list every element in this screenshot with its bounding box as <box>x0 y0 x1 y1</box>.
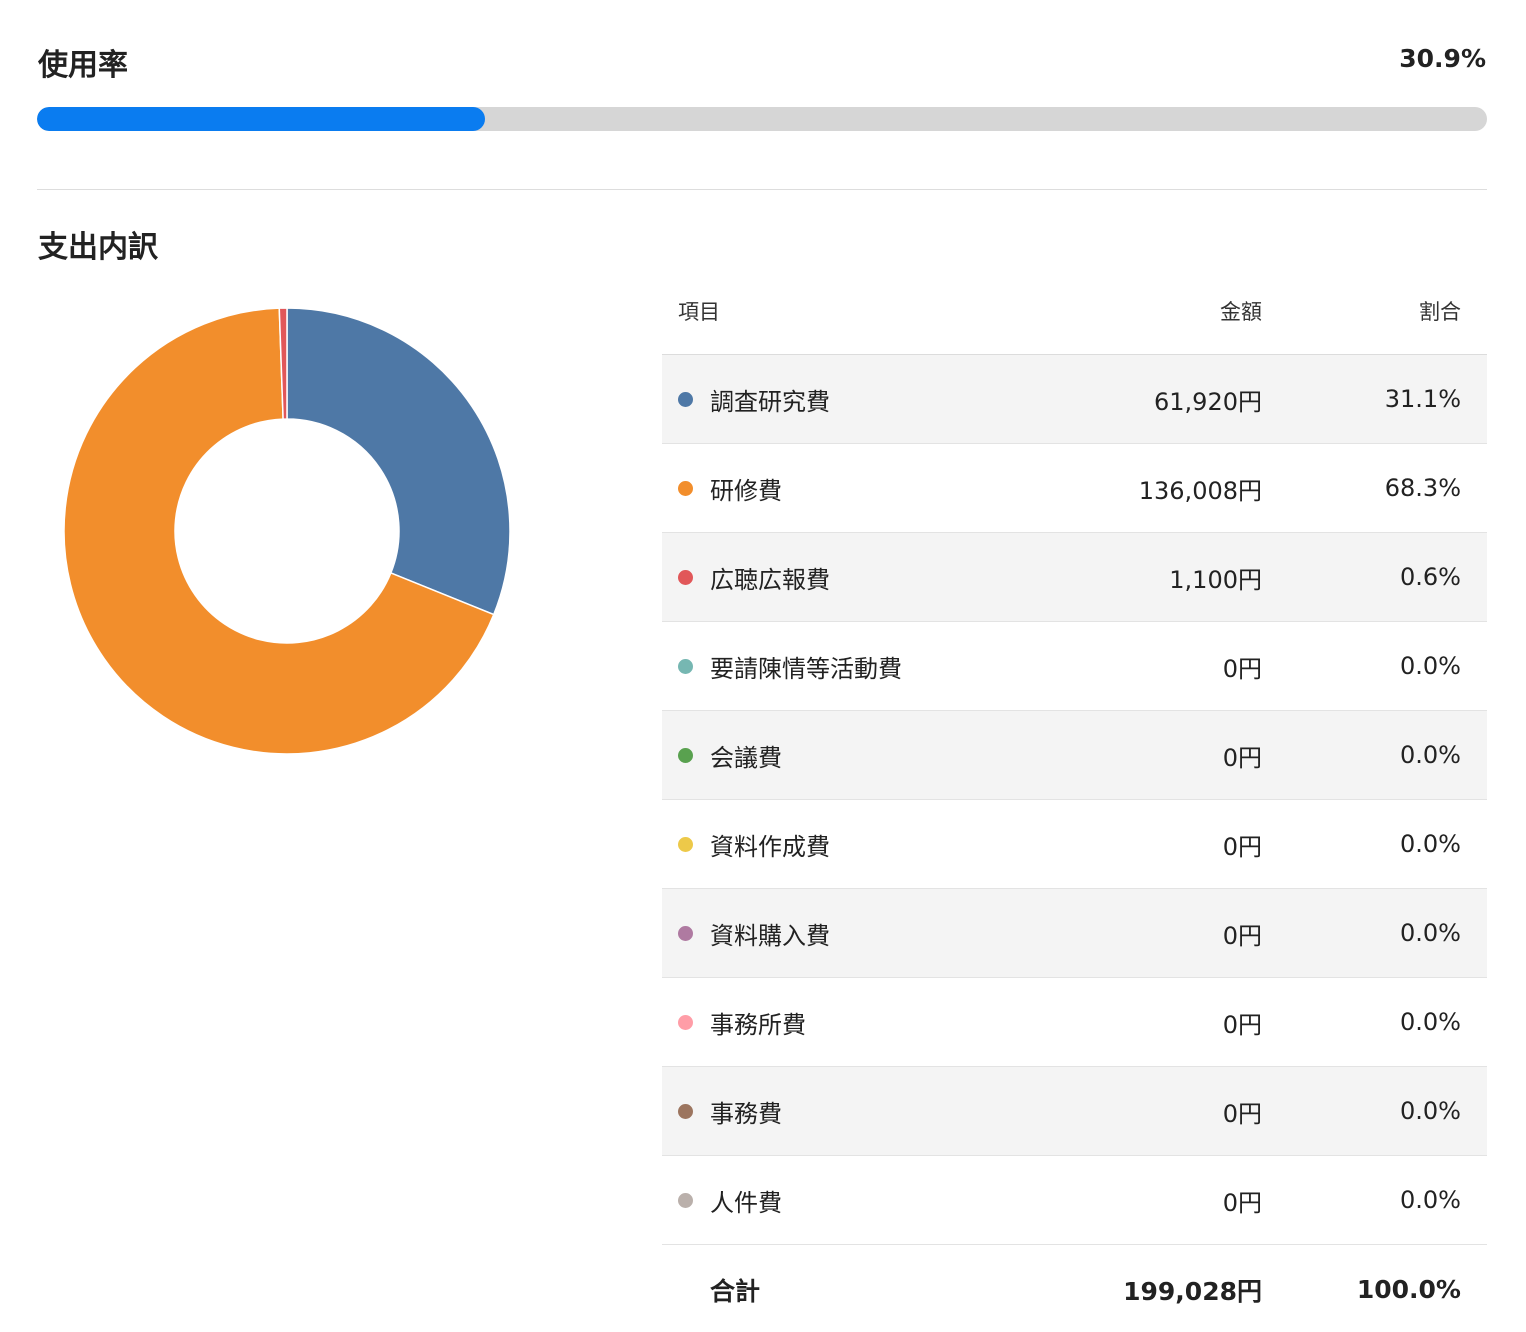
table-row: 広聴広報費 1,100円 0.6% <box>662 533 1487 622</box>
row-label: 資料作成費 <box>710 832 830 861</box>
table-row: 人件費 0円 0.0% <box>662 1156 1487 1245</box>
total-percent: 100.0% <box>1356 1275 1461 1304</box>
row-label: 会議費 <box>710 743 782 772</box>
row-label: 事務費 <box>710 1099 782 1128</box>
row-amount: 0円 <box>1222 1099 1262 1128</box>
donut-chart <box>63 307 511 755</box>
legend-dot <box>678 480 693 496</box>
row-amount: 0円 <box>1222 1188 1262 1217</box>
table-row: 事務費 0円 0.0% <box>662 1067 1487 1156</box>
row-amount: 61,920円 <box>1154 387 1262 416</box>
row-amount: 1,100円 <box>1169 565 1262 594</box>
section-divider <box>37 189 1487 190</box>
total-row: 合計 199,028円 100.0% <box>662 1245 1487 1332</box>
row-percent: 0.0% <box>1400 1186 1461 1214</box>
legend-dot <box>678 569 693 585</box>
row-percent: 31.1% <box>1384 385 1461 413</box>
table-row: 事務所費 0円 0.0% <box>662 978 1487 1067</box>
row-label: 資料購入費 <box>710 921 830 950</box>
total-label: 合計 <box>710 1276 761 1306</box>
usage-title: 使用率 <box>38 48 128 83</box>
legend-dot <box>678 1103 693 1119</box>
row-amount: 0円 <box>1222 1010 1262 1039</box>
row-label: 事務所費 <box>710 1010 806 1039</box>
row-amount: 0円 <box>1222 654 1262 683</box>
table-row: 会議費 0円 0.0% <box>662 711 1487 800</box>
row-percent: 0.6% <box>1400 563 1461 591</box>
table-row: 調査研究費 61,920円 31.1% <box>662 355 1487 444</box>
legend-dot <box>678 658 693 674</box>
usage-progress-fill <box>37 107 486 131</box>
row-percent: 0.0% <box>1400 830 1461 858</box>
header-percent: 割合 <box>1419 300 1461 324</box>
table-row: 資料購入費 0円 0.0% <box>662 889 1487 978</box>
usage-progress-bar <box>37 107 1487 131</box>
donut-chart-svg <box>63 307 511 755</box>
row-percent: 68.3% <box>1384 474 1461 502</box>
legend-dot <box>678 925 693 941</box>
row-percent: 0.0% <box>1400 1008 1461 1036</box>
row-label: 調査研究費 <box>710 387 830 416</box>
row-amount: 0円 <box>1222 743 1262 772</box>
total-amount: 199,028円 <box>1123 1276 1262 1306</box>
usage-percentage: 30.9% <box>1399 44 1486 73</box>
header-item: 項目 <box>678 300 720 324</box>
donut-slice-0 <box>286 307 511 616</box>
row-percent: 0.0% <box>1400 919 1461 947</box>
breakdown-table: 項目 金額 割合 調査研究費 61,920円 31.1% 研修費 136,008… <box>662 268 1487 1332</box>
row-amount: 0円 <box>1222 921 1262 950</box>
row-label: 広聴広報費 <box>710 565 830 594</box>
row-label: 人件費 <box>710 1188 782 1217</box>
row-label: 研修費 <box>710 476 782 505</box>
table-row: 研修費 136,008円 68.3% <box>662 444 1487 533</box>
legend-dot <box>678 1014 693 1030</box>
row-label: 要請陳情等活動費 <box>710 654 902 683</box>
table-row: 資料作成費 0円 0.0% <box>662 800 1487 889</box>
row-percent: 0.0% <box>1400 652 1461 680</box>
legend-dot <box>678 747 693 763</box>
legend-dot <box>678 836 693 852</box>
row-amount: 136,008円 <box>1138 476 1262 505</box>
row-amount: 0円 <box>1222 832 1262 861</box>
legend-dot <box>678 1192 693 1208</box>
breakdown-title: 支出内訳 <box>38 230 158 265</box>
row-percent: 0.0% <box>1400 741 1461 769</box>
row-percent: 0.0% <box>1400 1097 1461 1125</box>
table-header: 項目 金額 割合 <box>662 268 1487 355</box>
header-amount: 金額 <box>1220 300 1262 324</box>
legend-dot <box>678 391 693 407</box>
table-row: 要請陳情等活動費 0円 0.0% <box>662 622 1487 711</box>
